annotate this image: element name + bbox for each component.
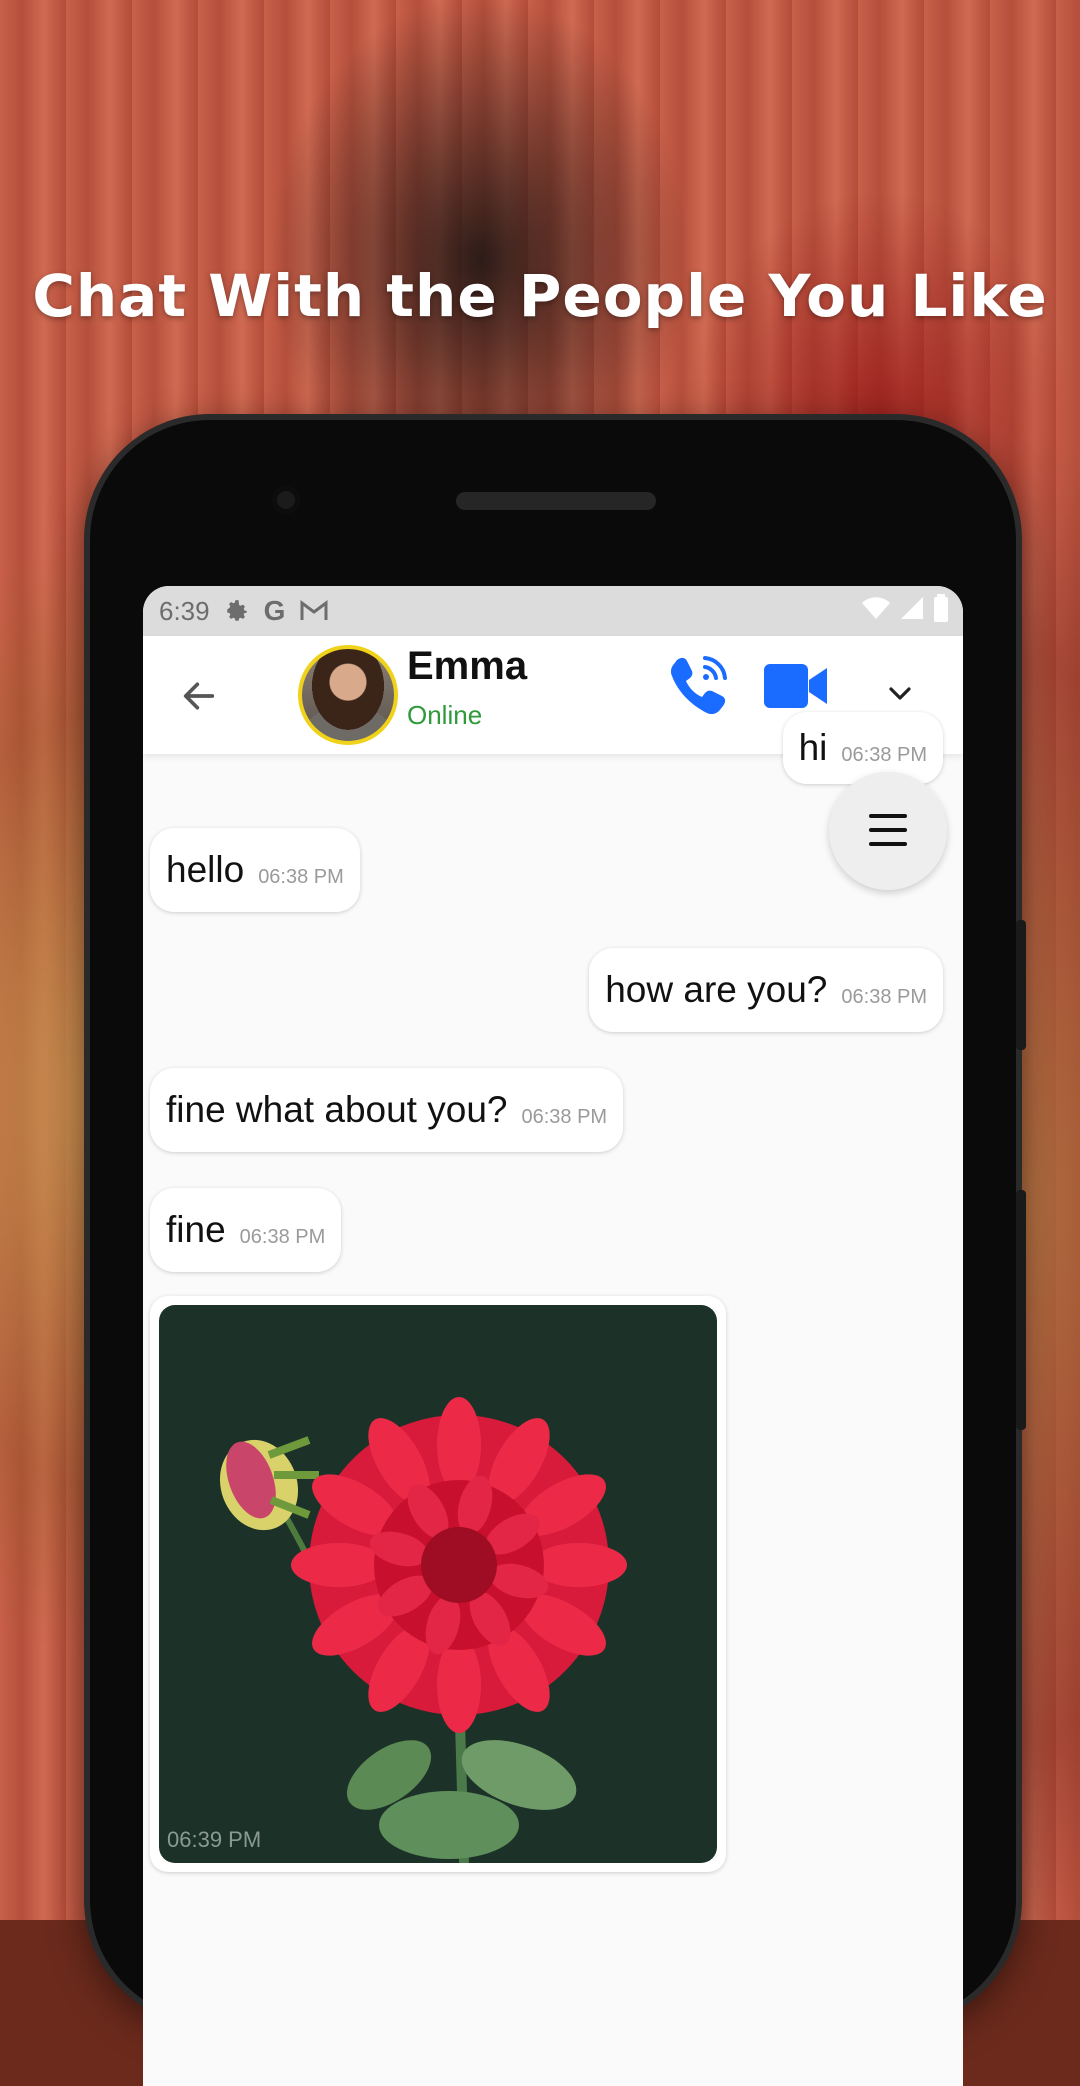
avatar[interactable] — [298, 645, 398, 745]
message-bubble-outgoing[interactable]: how are you? 06:38 PM — [589, 948, 943, 1032]
phone-frame: 6:39 G Emma Online hi 06:38 PM hello 06:… — [90, 420, 1026, 2086]
message-time: 06:38 PM — [258, 865, 344, 888]
message-text: hello — [166, 849, 245, 890]
wifi-icon — [861, 596, 891, 627]
message-time: 06:38 PM — [239, 1225, 326, 1248]
message-text: hi — [798, 727, 828, 768]
message-list[interactable]: hi 06:38 PM hello 06:38 PM how are you? … — [143, 712, 963, 2086]
phone-call-icon[interactable] — [663, 648, 735, 720]
headline: Chat With the People You Like — [32, 262, 1048, 330]
front-camera — [272, 486, 300, 514]
video-call-icon[interactable] — [763, 660, 829, 712]
online-status: Online — [407, 700, 483, 730]
message-time: 06:38 PM — [841, 743, 927, 766]
status-time: 6:39 — [159, 595, 210, 626]
message-bubble-outgoing[interactable]: hi 06:38 PM — [782, 712, 943, 784]
power-button — [1016, 920, 1026, 1050]
message-text: how are you? — [605, 969, 828, 1010]
message-bubble-incoming[interactable]: fine what about you? 06:38 PM — [150, 1068, 624, 1152]
message-time: 06:38 PM — [521, 1105, 608, 1128]
image-message[interactable]: 06:39 PM — [150, 1296, 726, 1872]
message-time: 06:38 PM — [841, 985, 927, 1008]
menu-icon — [869, 814, 907, 818]
signal-icon — [899, 595, 925, 628]
message-bubble-incoming[interactable]: fine 06:38 PM — [150, 1188, 342, 1272]
contact-name: Emma — [407, 644, 528, 688]
phone-screen: 6:39 G Emma Online hi 06:38 PM hello 06:… — [143, 586, 963, 2086]
message-text: fine — [166, 1209, 226, 1250]
gmail-icon — [299, 599, 329, 623]
back-arrow-icon[interactable] — [179, 676, 219, 716]
volume-button — [1016, 1190, 1026, 1430]
image-time: 06:39 PM — [167, 1827, 262, 1852]
google-icon: G — [263, 595, 286, 626]
menu-button[interactable] — [829, 772, 947, 890]
flower-photo[interactable]: 06:39 PM — [159, 1305, 717, 1863]
earpiece-speaker — [456, 492, 656, 510]
chevron-down-icon[interactable] — [885, 682, 915, 706]
message-bubble-incoming[interactable]: hello 06:38 PM — [150, 828, 360, 912]
battery-icon — [933, 593, 949, 629]
message-text: fine what about you? — [166, 1089, 508, 1130]
status-bar: 6:39 G — [143, 586, 963, 636]
gear-icon — [224, 598, 250, 624]
